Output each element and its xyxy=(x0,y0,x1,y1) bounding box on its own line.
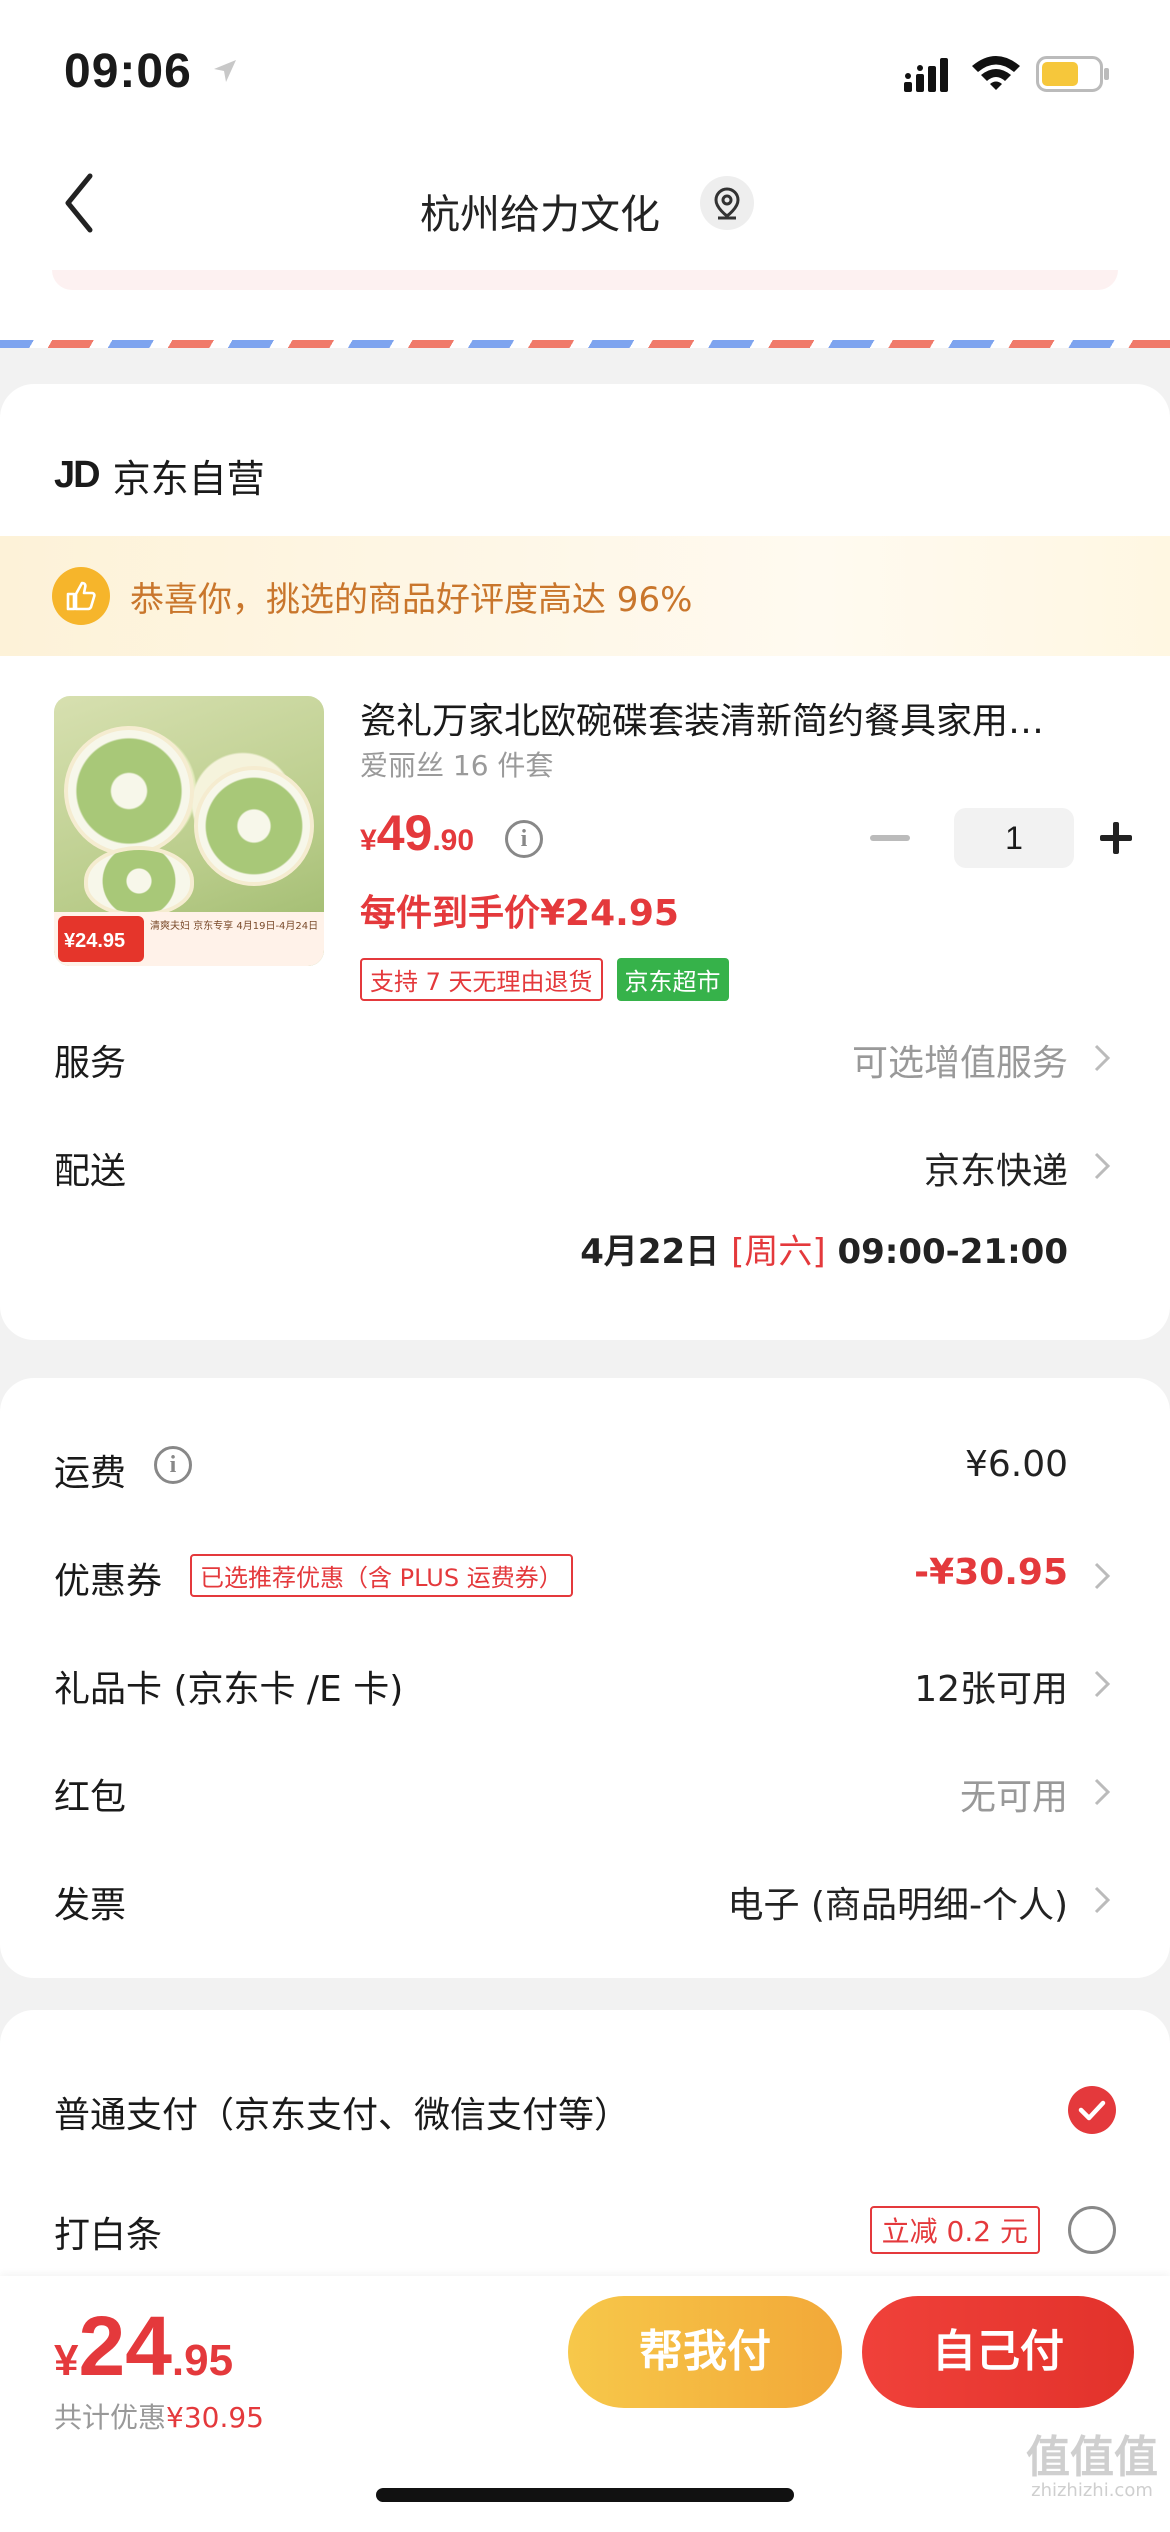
price-decimal: .90 xyxy=(432,824,475,857)
coupon-row[interactable]: 优惠券 已选推荐优惠（含 PLUS 运费券） -¥30.95 xyxy=(54,1546,1116,1606)
jd-supermarket-badge: 京东超市 xyxy=(616,958,729,1001)
freight-value: ¥6.00 xyxy=(964,1444,1068,1485)
total-saved: 共计优惠¥30.95 xyxy=(54,2396,264,2436)
total-currency: ¥ xyxy=(54,2336,79,2385)
payment-baitiao-label: 打白条 xyxy=(54,2215,163,2256)
freight-row: 运费 i ¥6.00 xyxy=(54,1438,1116,1498)
payment-normal-row[interactable]: 普通支付（京东支付、微信支付等） xyxy=(54,2080,1116,2140)
price-integer: 49 xyxy=(376,805,433,861)
delivery-row[interactable]: 配送 京东快递 xyxy=(54,1136,1116,1196)
chevron-right-icon xyxy=(1094,1886,1111,1914)
delivery-label: 配送 xyxy=(54,1151,127,1192)
quantity-stepper: 1 xyxy=(870,808,1146,868)
delivery-date: 4月22日 xyxy=(580,1232,720,1272)
product-image-tag: ¥24.95 清爽夫妇 京东专享 4月19日-4月24日 xyxy=(54,912,324,966)
payment-card: 普通支付（京东支付、微信支付等） 打白条 立减 0.2 元 xyxy=(0,2010,1170,2310)
watermark: 值值值 zhizhizhi.com xyxy=(1026,2436,1158,2502)
product-image-promo: 清爽夫妇 京东专享 4月19日-4月24日 xyxy=(150,921,319,932)
help-pay-button[interactable]: 帮我付 xyxy=(568,2296,842,2408)
product-price: ¥49.90 xyxy=(360,804,474,862)
saved-label: 共计优惠 xyxy=(54,2401,167,2434)
giftcard-value: 12张可用 xyxy=(914,1669,1068,1710)
battery-icon xyxy=(1036,56,1109,92)
quantity-minus-button[interactable] xyxy=(870,835,910,841)
delivery-weekday: [周六] xyxy=(731,1232,826,1272)
congrats-text: 恭喜你，挑选的商品好评度高达 96% xyxy=(130,579,693,620)
plate-decor xyxy=(64,726,194,856)
product-badges: 支持 7 天无理由退货 京东超市 xyxy=(360,958,729,1001)
payment-normal-label: 普通支付（京东支付、微信支付等） xyxy=(54,2095,631,2136)
home-indicator[interactable] xyxy=(376,2488,794,2502)
price-info-icon[interactable]: i xyxy=(505,820,543,858)
product-image[interactable]: ¥24.95 清爽夫妇 京东专享 4月19日-4月24日 xyxy=(54,696,324,966)
status-bar: 09:06 xyxy=(0,0,1170,140)
total-price: ¥24.95 xyxy=(54,2298,233,2395)
chevron-right-icon xyxy=(1094,1562,1111,1590)
delivery-value: 京东快递 xyxy=(923,1151,1068,1192)
saved-value: ¥30.95 xyxy=(166,2401,264,2434)
fees-card: 运费 i ¥6.00 优惠券 已选推荐优惠（含 PLUS 运费券） -¥30.9… xyxy=(0,1378,1170,1978)
self-pay-button[interactable]: 自己付 xyxy=(862,2296,1134,2408)
payment-normal-radio[interactable] xyxy=(1068,2086,1116,2134)
quantity-input[interactable]: 1 xyxy=(954,808,1074,868)
invoice-value: 电子 (商品明细-个人) xyxy=(727,1885,1068,1926)
freight-label: 运费 xyxy=(54,1453,127,1494)
delivery-time: 4月22日 [周六] 09:00-21:00 xyxy=(580,1224,1068,1273)
giftcard-row[interactable]: 礼品卡 (京东卡 /E 卡) 12张可用 xyxy=(54,1654,1116,1714)
delivery-window: 09:00-21:00 xyxy=(837,1232,1068,1272)
service-value: 可选增值服务 xyxy=(851,1043,1068,1084)
wifi-icon xyxy=(972,56,1020,90)
return-policy-badge: 支持 7 天无理由退货 xyxy=(360,958,603,1001)
chevron-right-icon xyxy=(1094,1778,1111,1806)
total-integer: 24 xyxy=(78,2299,172,2393)
address-card-inner xyxy=(52,270,1118,290)
price-currency: ¥ xyxy=(360,824,377,857)
service-row[interactable]: 服务 可选增值服务 xyxy=(54,1028,1116,1088)
coupon-badge: 已选推荐优惠（含 PLUS 运费券） xyxy=(190,1554,573,1597)
congrats-banner: 恭喜你，挑选的商品好评度高达 96% xyxy=(0,536,1170,656)
address-card[interactable] xyxy=(0,270,1170,348)
product-spec: 爱丽丝 16 件套 xyxy=(360,749,554,782)
redpacket-row[interactable]: 红包 无可用 xyxy=(54,1762,1116,1822)
map-pin-button[interactable] xyxy=(700,176,754,230)
invoice-label: 发票 xyxy=(54,1885,127,1926)
jd-logo: JD xyxy=(54,454,101,496)
chevron-right-icon xyxy=(1094,1670,1111,1698)
coupon-label: 优惠券 xyxy=(54,1561,163,1602)
invoice-row[interactable]: 发票 电子 (商品明细-个人) xyxy=(54,1870,1116,1930)
product-image-price: ¥24.95 xyxy=(58,916,144,962)
quantity-plus-button[interactable] xyxy=(1086,808,1146,868)
airmail-border xyxy=(0,340,1170,348)
watermark-sub: zhizhizhi.com xyxy=(1031,2480,1153,2501)
redpacket-value: 无可用 xyxy=(959,1777,1068,1818)
check-icon xyxy=(1078,2100,1106,2121)
location-arrow-icon xyxy=(214,60,236,82)
shop-name: 京东自营 xyxy=(112,457,265,501)
plate-decor xyxy=(194,766,314,886)
shop-header: JD 京东自营 xyxy=(54,448,265,503)
order-item-card: JD 京东自营 恭喜你，挑选的商品好评度高达 96% ¥24.95 清爽夫妇 京… xyxy=(0,384,1170,1340)
redpacket-label: 红包 xyxy=(54,1777,127,1818)
chevron-right-icon xyxy=(1094,1152,1111,1180)
final-unit-price: 每件到手价¥24.95 xyxy=(360,893,679,934)
chevron-right-icon xyxy=(1094,1044,1111,1072)
service-label: 服务 xyxy=(54,1043,127,1084)
bowl-decor xyxy=(84,846,194,916)
payment-baitiao-radio[interactable] xyxy=(1068,2206,1116,2254)
coupon-value: -¥30.95 xyxy=(914,1552,1068,1593)
map-pin-icon xyxy=(714,187,740,220)
cellular-signal-icon xyxy=(904,58,948,92)
watermark-title: 值值值 xyxy=(1026,2432,1158,2483)
baitiao-discount-badge: 立减 0.2 元 xyxy=(869,2206,1040,2254)
thumbs-up-icon xyxy=(52,567,110,625)
status-time: 09:06 xyxy=(64,45,192,98)
page-title: 杭州给力文化 xyxy=(420,192,660,238)
giftcard-label: 礼品卡 (京东卡 /E 卡) xyxy=(54,1669,404,1710)
total-decimal: .95 xyxy=(171,2336,234,2385)
freight-info-icon[interactable]: i xyxy=(154,1446,192,1484)
nav-bar: 杭州给力文化 xyxy=(0,140,1170,270)
product-title[interactable]: 瓷礼万家北欧碗碟套装清新简约餐具家用… xyxy=(360,692,1120,744)
